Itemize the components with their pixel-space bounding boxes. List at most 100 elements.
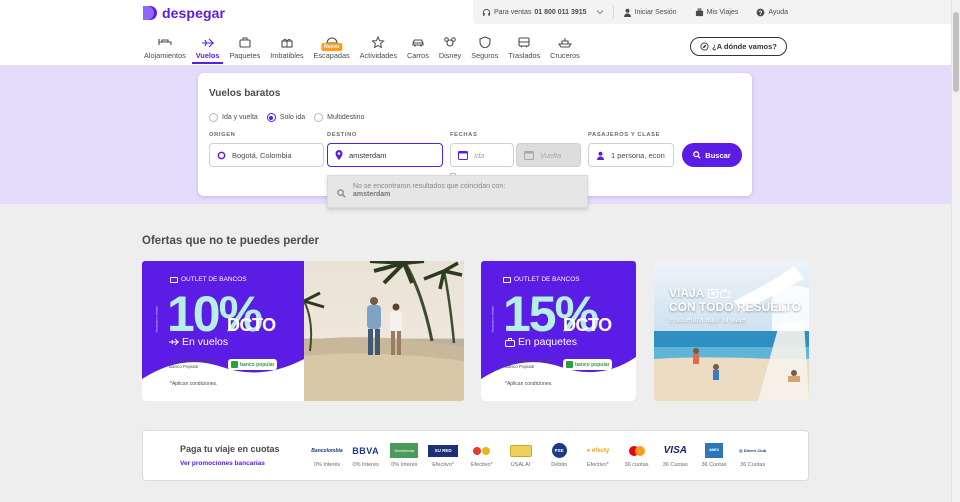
tab-paquetes[interactable]: Paquetes	[225, 32, 264, 66]
destination-input[interactable]	[349, 150, 439, 160]
discount-product: En paquetes	[505, 336, 577, 348]
tab-imbatibles[interactable]: Imbatibles	[266, 32, 307, 66]
tab-label: Traslados	[508, 51, 541, 60]
payment-caption: 36 Cuotas	[662, 462, 688, 468]
legal-vertical-text: Aplican condiciones	[491, 306, 495, 333]
departure-date-field[interactable]: Ida	[450, 143, 514, 167]
fine-print: *Aplican condiciones.	[505, 381, 553, 387]
tab-label: Disney	[438, 51, 462, 60]
tab-label: Imbatibles	[270, 51, 304, 60]
payment-method-mastercard: 36 cuotas	[619, 443, 655, 468]
offer-card-packages[interactable]: OUTLET DE BANCOS 15% DCTO En paquetes Ap…	[481, 261, 636, 401]
page-scrollbar[interactable]	[951, 0, 960, 502]
tab-seguros[interactable]: Seguros	[467, 32, 502, 66]
logo-mark-icon	[143, 6, 157, 20]
search-icon	[337, 189, 346, 198]
search-button[interactable]: Buscar	[682, 143, 742, 167]
passengers-field[interactable]: 1 persona, econ	[588, 143, 674, 167]
radio-label: Ida y vuelta	[222, 114, 258, 121]
payment-method-baloto: Efectivo*	[464, 443, 500, 468]
tab-label: Cruceros	[550, 51, 580, 60]
beach-family-photo	[654, 261, 809, 401]
radio-circle[interactable]	[314, 113, 324, 122]
suitcase-icon	[695, 7, 703, 16]
trip-type-oneway[interactable]: Solo ida	[266, 113, 305, 122]
autocomplete-no-results: No se encontraron resultados que coincid…	[327, 175, 588, 208]
where-to-go-button[interactable]: ¿A dónde vamos?	[690, 37, 787, 56]
visa-logo: VISA	[663, 445, 687, 456]
user-icon	[596, 151, 605, 160]
destination-label: DESTINO	[327, 132, 357, 138]
bank-logo-mark	[231, 361, 238, 368]
despegar-logo[interactable]: despegar	[142, 4, 225, 22]
bus-icon	[518, 37, 530, 48]
payment-method-bancolombia: Bancolombia 0% Interés	[309, 443, 345, 469]
bbva-logo: BBVA	[352, 445, 380, 456]
payment-method-visa: VISA 36 Cuotas	[657, 443, 693, 468]
banco-popular-logo: banco popular	[228, 359, 278, 370]
car-icon	[412, 39, 424, 47]
sales-label: Para ventas	[494, 8, 532, 16]
payment-method-bbva: BBVA 0% Interés	[348, 443, 384, 469]
help-link[interactable]: ? Ayuda	[747, 5, 797, 19]
tab-traslados[interactable]: Traslados	[504, 32, 544, 66]
radio-circle-selected[interactable]	[266, 113, 276, 122]
origin-field[interactable]: Bogotá, Colombia	[209, 143, 324, 167]
site-header: despegar Para ventas 01 800 011 3915 Ini…	[0, 0, 951, 66]
tab-label: Alojamientos	[144, 51, 186, 60]
tab-alojamientos[interactable]: Alojamientos	[140, 32, 190, 66]
my-trips-link[interactable]: Mis Viajes	[686, 5, 748, 19]
search-button-label: Buscar	[705, 150, 731, 160]
login-link[interactable]: Iniciar Sesión	[614, 5, 686, 19]
tab-label: Actividades	[359, 51, 397, 60]
trip-type-multicity[interactable]: Multidestino	[314, 113, 364, 122]
product-text: En paquetes	[518, 336, 577, 348]
origin-circle-icon	[217, 151, 226, 159]
search-title: Vuelos baratos	[209, 88, 281, 99]
tab-vuelos[interactable]: Vuelos	[191, 32, 224, 66]
tab-carros[interactable]: Carros	[403, 32, 433, 66]
help-label: Ayuda	[768, 8, 789, 16]
trip-type-roundtrip[interactable]: Ida y vuelta	[209, 113, 258, 122]
explore-icon	[700, 42, 709, 51]
no-results-message: No se encontraron resultados que coincid…	[353, 183, 506, 190]
logo-text: despegar	[162, 5, 226, 21]
tab-label: Paquetes	[229, 51, 261, 60]
mastercard-logo	[628, 443, 645, 458]
offer-card-travel[interactable]: VIAJA CON TODO RESUELTO Encuentra aquí t…	[654, 261, 809, 401]
product-text: En vuelos	[182, 336, 229, 348]
payment-caption: 36 cuotas	[624, 462, 649, 468]
sales-phone[interactable]: Para ventas 01 800 011 3915	[473, 5, 613, 19]
radio-circle[interactable]	[209, 113, 218, 122]
my-trips-label: Mis Viajes	[706, 8, 739, 16]
no-results-query: amsterdam	[353, 191, 391, 198]
scrollbar-thumb[interactable]	[953, 12, 959, 92]
dates-label: FECHAS	[450, 132, 478, 138]
payment-method-pse: PSE Débito	[541, 443, 577, 468]
tag-icon	[503, 276, 511, 283]
payment-caption: 0% Interés	[391, 462, 418, 468]
location-pin-icon	[335, 150, 343, 160]
return-date-field: Vuelta	[516, 143, 581, 167]
tab-cruceros[interactable]: Cruceros	[546, 32, 584, 66]
origin-value: Bogotá, Colombia	[232, 150, 292, 160]
bank-promotions-link[interactable]: Ver promociones bancarias	[180, 460, 265, 467]
trip-type-radios: Ida y vuelta Solo ida Multidestino	[209, 113, 364, 122]
pse-logo: PSE	[551, 443, 567, 458]
departure-placeholder: Ida	[474, 150, 485, 160]
gift-icon	[281, 38, 293, 48]
payment-caption: Efectivo*	[587, 462, 609, 468]
usalai-logo	[509, 443, 532, 458]
bank-logo-mark	[566, 361, 573, 368]
outlet-tag-text: OUTLET DE BANCOS	[181, 276, 247, 283]
tab-actividades[interactable]: Actividades	[356, 32, 401, 66]
tab-escapadas[interactable]: Escapadas Nuevo	[310, 32, 354, 66]
payment-method-diners-club: ◎ Diners Club 36 Cuotas	[735, 443, 771, 468]
star-icon	[371, 36, 385, 48]
tab-disney[interactable]: Disney	[435, 32, 465, 66]
destination-field[interactable]	[327, 143, 443, 167]
ship-icon	[557, 38, 572, 48]
bank-name: banco popular	[575, 361, 610, 368]
offer-card-flights[interactable]: OUTLET DE BANCOS 10% DCTO En vuelos Apli…	[142, 261, 464, 401]
product-nav: Alojamientos Vuelos Paquetes Imbatibles Esca…	[140, 32, 586, 66]
